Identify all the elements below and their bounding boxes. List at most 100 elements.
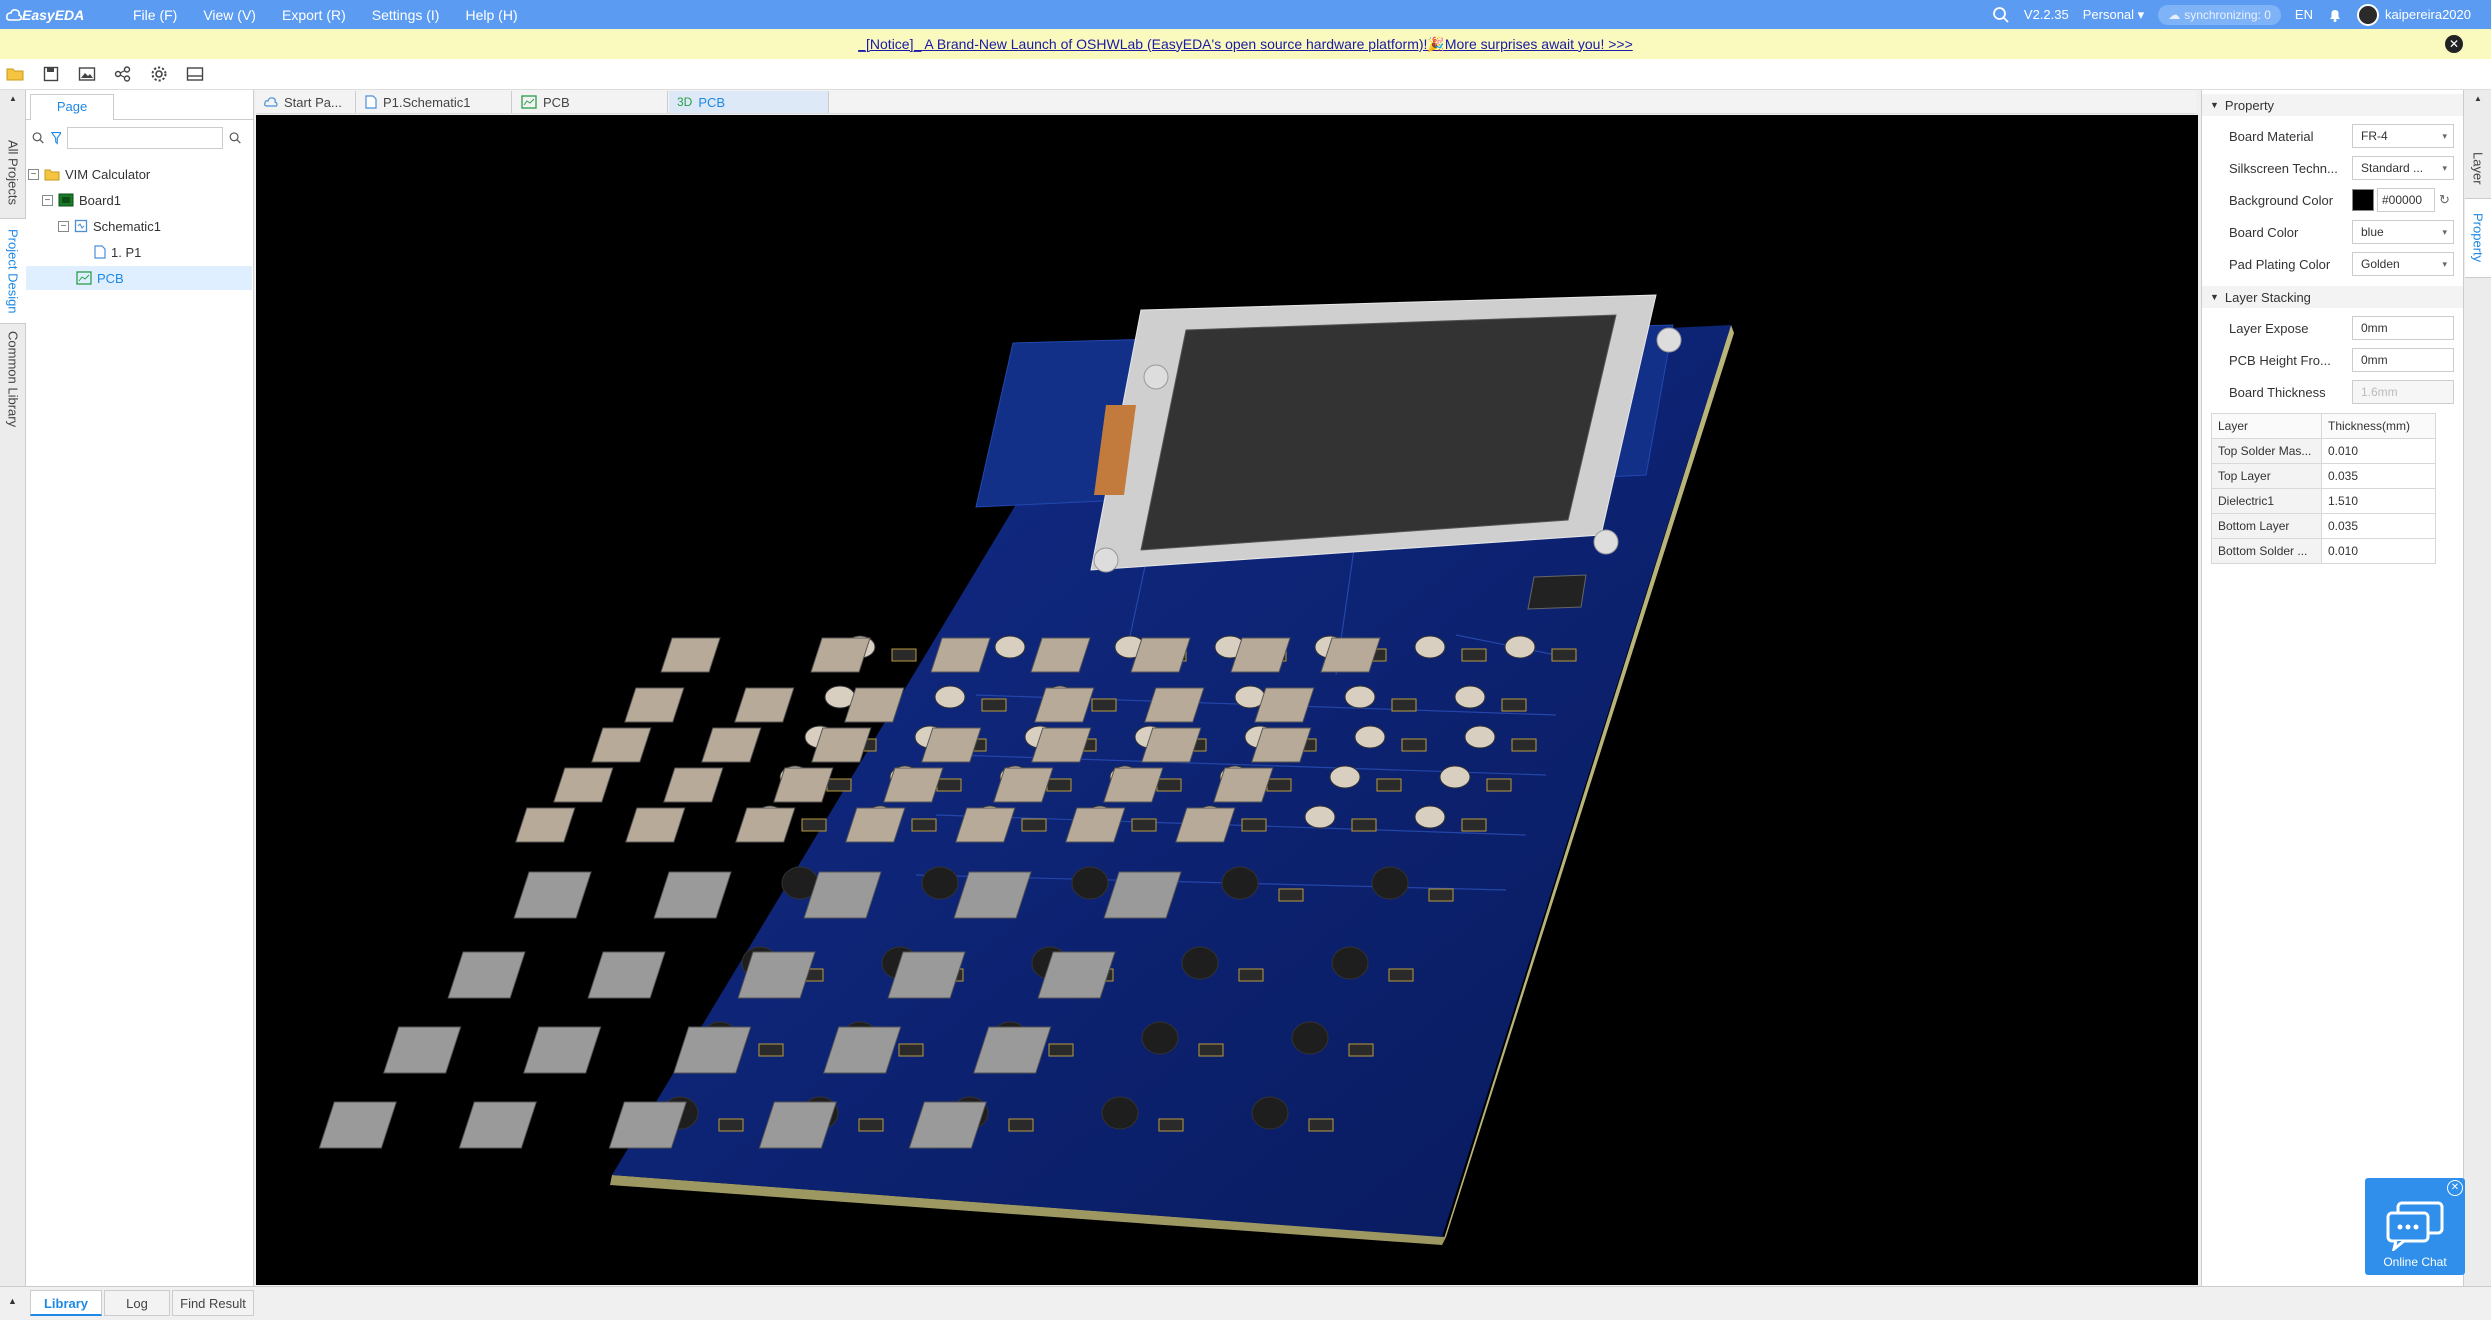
chevron-down-icon: ▾ bbox=[2137, 6, 2145, 22]
tab-schematic[interactable]: P1.Schematic1 bbox=[357, 91, 512, 113]
filter-icon[interactable] bbox=[50, 130, 62, 146]
prop-board-color: Board Color blue ▾ bbox=[2202, 216, 2464, 248]
tab-page[interactable]: Page bbox=[30, 94, 114, 120]
menu-view[interactable]: View (V) bbox=[190, 7, 269, 23]
tab-3d-pcb[interactable]: 3D PCB bbox=[669, 91, 829, 113]
user-menu[interactable]: kaipereira2020 bbox=[2356, 3, 2471, 26]
language-switch[interactable]: EN bbox=[2295, 7, 2313, 22]
tab-library[interactable]: Library bbox=[30, 1290, 102, 1316]
collapse-arrow-icon[interactable]: ▲ bbox=[8, 1296, 17, 1306]
prop-label: PCB Height Fro... bbox=[2229, 352, 2331, 368]
search-submit-icon[interactable] bbox=[229, 130, 242, 146]
collapse-arrow-icon[interactable]: ▲ bbox=[2465, 94, 2491, 103]
tab-start-page[interactable]: Start Pa... bbox=[256, 91, 356, 113]
chat-bubble-icon bbox=[2386, 1201, 2444, 1251]
chevron-down-icon: ▾ bbox=[2442, 131, 2447, 141]
tab-project-design[interactable]: Project Design bbox=[0, 218, 26, 324]
layer-expose-input[interactable]: 0mm bbox=[2352, 316, 2454, 340]
prop-label: Pad Plating Color bbox=[2229, 256, 2331, 272]
prop-label: Background Color bbox=[2229, 192, 2334, 208]
left-panel: Page − VIM Calculator − Board1 − Schemat… bbox=[26, 90, 254, 1286]
cloud-icon bbox=[264, 97, 278, 107]
layer-thickness[interactable]: 0.035 bbox=[2321, 463, 2436, 489]
tab-all-projects[interactable]: All Projects bbox=[0, 128, 26, 218]
collapse-toggle-icon[interactable]: − bbox=[28, 168, 39, 180]
pad-plating-select[interactable]: Golden ▾ bbox=[2352, 252, 2454, 276]
tree-item-sheet[interactable]: 1. P1 bbox=[94, 240, 141, 264]
layer-name: Top Solder Mas... bbox=[2211, 438, 2322, 464]
chevron-down-icon: ▾ bbox=[2442, 163, 2447, 173]
section-layer-stacking[interactable]: ▼ Layer Stacking bbox=[2202, 286, 2464, 308]
collapse-arrow-icon[interactable]: ▲ bbox=[0, 94, 26, 103]
menu-file[interactable]: File (F) bbox=[120, 7, 190, 23]
share-icon[interactable] bbox=[112, 63, 134, 85]
easyeda-logo[interactable]: EasyEDA bbox=[0, 7, 120, 23]
pcb-icon bbox=[521, 95, 537, 109]
prop-label: Board Color bbox=[2229, 224, 2299, 240]
3d-viewport[interactable] bbox=[256, 115, 2198, 1285]
tree-item-pcb[interactable]: PCB bbox=[26, 266, 252, 290]
table-row: Dielectric1 1.510 bbox=[2211, 488, 2436, 514]
board-material-select[interactable]: FR-4 ▾ bbox=[2352, 124, 2454, 148]
menu-export[interactable]: Export (R) bbox=[269, 7, 359, 23]
collapse-toggle-icon[interactable]: − bbox=[42, 194, 53, 206]
gear-icon[interactable] bbox=[148, 63, 170, 85]
prop-label: Layer Expose bbox=[2229, 320, 2309, 336]
menu-help[interactable]: Help (H) bbox=[452, 7, 530, 23]
section-property[interactable]: ▼ Property bbox=[2202, 94, 2464, 116]
table-row: Bottom Solder ... 0.010 bbox=[2211, 538, 2436, 564]
bell-icon[interactable] bbox=[2327, 7, 2343, 23]
tab-property[interactable]: Property bbox=[2465, 198, 2491, 278]
tab-find-result[interactable]: Find Result bbox=[172, 1290, 254, 1316]
edition-label: Personal bbox=[2082, 6, 2135, 22]
tree-search-input[interactable] bbox=[67, 127, 224, 149]
document-icon bbox=[365, 95, 377, 109]
search-icon[interactable] bbox=[1992, 6, 2010, 24]
tab-3d-pcb-label: PCB bbox=[698, 94, 726, 110]
tab-start-page-label: Start Pa... bbox=[284, 94, 342, 110]
folder-icon[interactable] bbox=[4, 63, 26, 85]
close-icon[interactable]: ✕ bbox=[2447, 1180, 2463, 1196]
tab-layer[interactable]: Layer bbox=[2465, 138, 2491, 198]
prop-label: Board Thickness bbox=[2229, 384, 2326, 400]
sync-status-badge[interactable]: ☁ synchronizing: 0 bbox=[2158, 4, 2281, 25]
collapse-arrow-icon: ▼ bbox=[2210, 100, 2219, 110]
layer-thickness[interactable]: 0.010 bbox=[2321, 538, 2436, 564]
image-export-icon[interactable] bbox=[76, 63, 98, 85]
close-icon[interactable]: ✕ bbox=[2445, 35, 2463, 53]
tree-item-schematic[interactable]: − Schematic1 bbox=[58, 214, 161, 238]
layer-thickness[interactable]: 0.035 bbox=[2321, 513, 2436, 539]
online-chat-widget[interactable]: ✕ Online Chat bbox=[2365, 1178, 2465, 1275]
board-icon bbox=[58, 193, 74, 207]
layer-thickness[interactable]: 1.510 bbox=[2321, 488, 2436, 514]
prop-background-color: Background Color #00000 ↻ bbox=[2202, 184, 2464, 216]
notice-link[interactable]: _[Notice]_ A Brand-New Launch of OSHWLab… bbox=[858, 36, 1633, 53]
document-tabs: Start Pa... P1.Schematic1 PCB 3D PCB bbox=[256, 90, 2196, 114]
tree-label-pcb: PCB bbox=[97, 270, 124, 286]
pcb-3d-render[interactable] bbox=[256, 115, 2198, 1285]
board-color-select[interactable]: blue ▾ bbox=[2352, 220, 2454, 244]
menu-settings[interactable]: Settings (I) bbox=[359, 7, 453, 23]
column-header-thickness: Thickness(mm) bbox=[2321, 413, 2436, 439]
background-color-input[interactable]: #00000 bbox=[2377, 188, 2435, 212]
color-swatch[interactable] bbox=[2352, 189, 2374, 211]
tab-common-library[interactable]: Common Library bbox=[0, 324, 26, 434]
panel-toggle-icon[interactable] bbox=[184, 63, 206, 85]
toolbar bbox=[0, 59, 2491, 90]
tab-log[interactable]: Log bbox=[104, 1290, 170, 1316]
search-icon[interactable] bbox=[32, 130, 45, 146]
layer-thickness[interactable]: 0.010 bbox=[2321, 438, 2436, 464]
layer-name: Top Layer bbox=[2211, 463, 2322, 489]
save-icon[interactable] bbox=[40, 63, 62, 85]
edition-dropdown[interactable]: Personal ▾ bbox=[2083, 7, 2144, 23]
tree-item-board[interactable]: − Board1 bbox=[42, 188, 121, 212]
pcb-height-input[interactable]: 0mm bbox=[2352, 348, 2454, 372]
chevron-down-icon: ▾ bbox=[2442, 227, 2447, 237]
reset-icon[interactable]: ↻ bbox=[2439, 192, 2450, 208]
silkscreen-select[interactable]: Standard ... ▾ bbox=[2352, 156, 2454, 180]
tree-item-project[interactable]: − VIM Calculator bbox=[28, 162, 150, 186]
collapse-toggle-icon[interactable]: − bbox=[58, 220, 69, 232]
chevron-down-icon: ▾ bbox=[2442, 259, 2447, 269]
username: kaipereira2020 bbox=[2384, 7, 2471, 22]
tab-pcb[interactable]: PCB bbox=[513, 91, 668, 113]
